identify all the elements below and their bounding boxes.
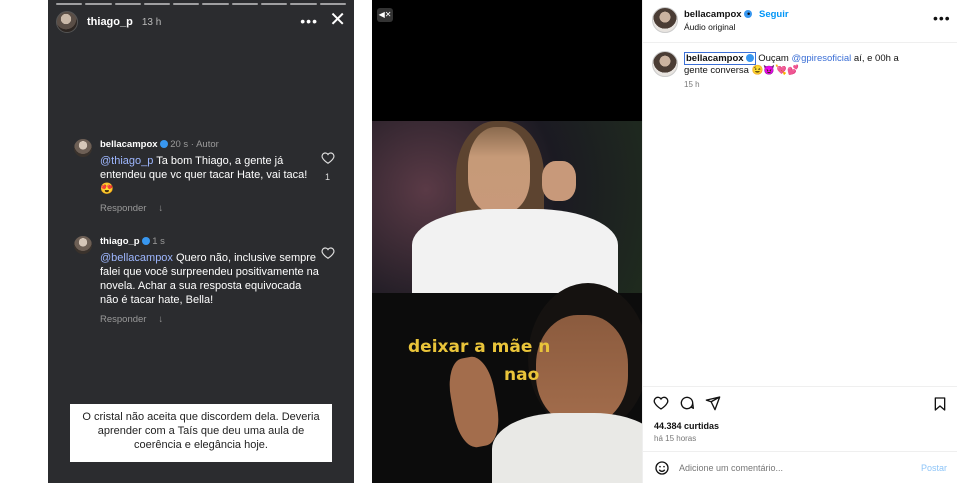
caption-time: 15 h (684, 80, 700, 89)
muted-speaker-icon[interactable]: ◀✕ (377, 8, 393, 22)
comment-mention[interactable]: @thiago_p (100, 155, 153, 167)
heart-icon[interactable] (653, 395, 669, 411)
comment-item: thiago_p 1 s @bellacampox Quero não, inc… (74, 236, 319, 336)
avatar[interactable] (652, 51, 678, 77)
follow-button[interactable]: Seguir (759, 9, 789, 20)
arrow-down-icon[interactable]: ↓ (158, 203, 163, 214)
verified-icon (159, 140, 168, 148)
comment-username[interactable]: thiago_p (100, 236, 140, 247)
post-caption: bellacampox Ouçam @gpiresoficial aí, e 0… (684, 52, 899, 76)
share-icon[interactable] (705, 395, 721, 411)
caption-username[interactable]: bellacampox (684, 52, 756, 65)
story-progress-bars (56, 3, 346, 5)
like-count[interactable]: 44.384 curtidas (654, 421, 719, 431)
comment-meta: 20 s · Autor (170, 139, 219, 150)
reel-video[interactable]: ◀✕ deixar a mãe n nao (372, 0, 642, 483)
arrow-down-icon[interactable]: ↓ (158, 314, 163, 325)
divider (643, 42, 957, 43)
audio-label[interactable]: Áudio original (684, 22, 736, 32)
more-horizontal-icon[interactable]: ••• (300, 13, 318, 29)
verified-icon (141, 237, 150, 245)
comment-username[interactable]: bellacampox (100, 139, 158, 150)
divider (643, 386, 957, 387)
avatar[interactable] (652, 7, 678, 33)
screenshot-root: thiago_p 13 h ••• ✕ bellacampox 20 s · A… (0, 0, 966, 483)
reply-button[interactable]: Responder (100, 203, 146, 214)
action-bar (653, 395, 721, 411)
story-username[interactable]: thiago_p (87, 16, 133, 28)
heart-icon[interactable] (321, 151, 335, 165)
comment-mention[interactable]: @bellacampox (100, 252, 173, 264)
post-panel: bellacampox • Seguir Áudio original ••• … (642, 0, 957, 483)
bookmark-icon[interactable] (932, 396, 948, 412)
post-username[interactable]: bellacampox (684, 9, 752, 20)
avatar[interactable] (74, 139, 92, 157)
comment-icon[interactable] (679, 395, 695, 411)
comment-item: bellacampox 20 s · Autor @thiago_p Ta bo… (74, 139, 314, 219)
video-frame-top (372, 121, 642, 299)
post-age: há 15 horas (654, 434, 697, 443)
post-comment-button[interactable]: Postar (921, 463, 947, 473)
comment-input[interactable]: Adicione um comentário... (679, 463, 783, 473)
emoji-icon[interactable] (654, 460, 670, 476)
story-time: 13 h (141, 16, 162, 28)
story-panel: thiago_p 13 h ••• ✕ bellacampox 20 s · A… (48, 0, 354, 483)
avatar[interactable] (74, 236, 92, 254)
caption-mention[interactable]: @gpiresoficial (791, 53, 851, 64)
heart-icon[interactable] (321, 246, 335, 260)
video-frame-bottom: deixar a mãe n nao (372, 283, 642, 483)
video-overlay-text: deixar a mãe n (408, 337, 551, 357)
avatar[interactable] (56, 11, 78, 33)
comment-meta: 1 s (152, 236, 165, 247)
divider (643, 451, 957, 452)
video-overlay-text: nao (504, 365, 540, 385)
story-header: thiago_p 13 h ••• ✕ (56, 10, 346, 33)
separator-dot: • (747, 9, 751, 20)
verified-icon (745, 54, 754, 62)
reply-button[interactable]: Responder (100, 314, 146, 325)
more-horizontal-icon[interactable]: ••• (933, 10, 951, 26)
close-icon[interactable]: ✕ (329, 10, 346, 30)
story-caption: O cristal não aceita que discordem dela.… (70, 404, 332, 462)
like-count: 1 (325, 172, 331, 182)
